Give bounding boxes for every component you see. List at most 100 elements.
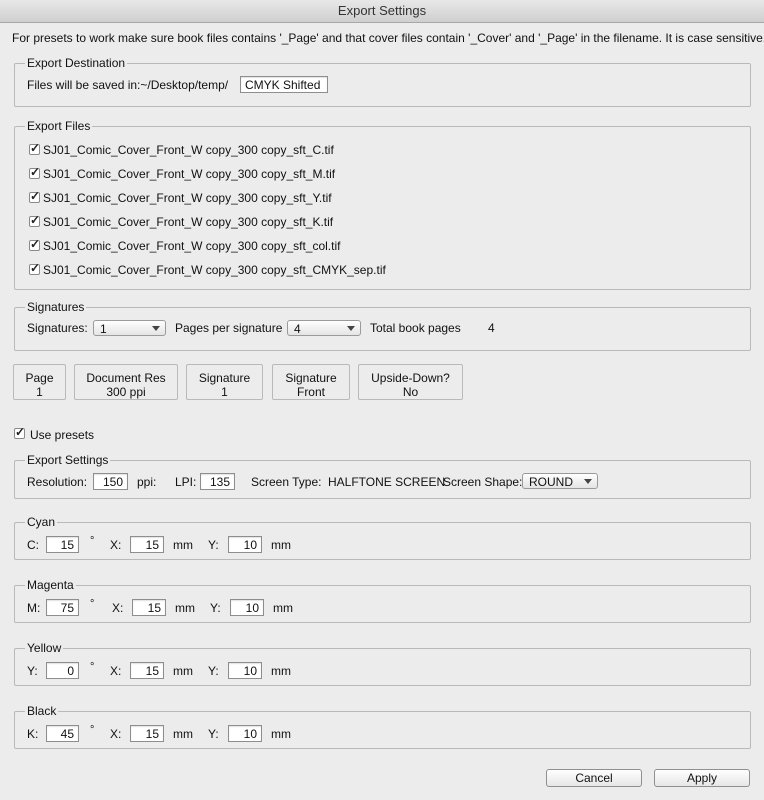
info-box-title: Upside-Down?	[371, 371, 450, 385]
y-unit-label: mm	[271, 538, 291, 552]
signatures-select[interactable]: 1	[93, 320, 166, 336]
info-box-title: Document Res	[86, 371, 166, 385]
save-location-label: Files will be saved in:~/Desktop/temp/	[27, 78, 229, 92]
degree-label: °	[90, 724, 95, 736]
resolution-field[interactable]: 150	[93, 473, 128, 490]
y-offset-label: Y:	[208, 538, 219, 552]
yellow-group-title: Yellow	[25, 641, 64, 655]
cyan-y-field[interactable]: 10	[228, 536, 262, 553]
yellow-angle-field[interactable]: 0	[46, 662, 79, 679]
file-checkbox[interactable]	[29, 141, 40, 155]
file-checkbox[interactable]	[29, 261, 40, 275]
yellow-y-field[interactable]: 10	[228, 662, 262, 679]
x-unit-label: mm	[173, 664, 193, 678]
window-title: Export Settings	[0, 0, 764, 23]
magenta-group: Magenta	[14, 578, 751, 623]
file-checkbox[interactable]	[29, 165, 40, 179]
screen-type-label: Screen Type:	[251, 475, 322, 489]
screen-type-value: HALFTONE SCREEN	[328, 475, 446, 489]
y-offset-label: Y:	[208, 664, 219, 678]
y-unit-label: mm	[273, 601, 293, 615]
black-x-field[interactable]: 15	[130, 725, 164, 742]
black-angle-field[interactable]: 45	[46, 725, 79, 742]
magenta-y-field[interactable]: 10	[230, 599, 264, 616]
magenta-group-title: Magenta	[25, 578, 76, 592]
angle-label: K:	[27, 727, 39, 741]
info-box-value: 1	[221, 385, 228, 399]
degree-label: °	[90, 598, 95, 610]
resolution-label: Resolution:	[27, 475, 88, 489]
pages-per-signature-label: Pages per signature	[175, 321, 283, 335]
instructions-text: For presets to work make sure book files…	[12, 31, 764, 45]
x-offset-label: X:	[110, 664, 122, 678]
use-presets-checkbox[interactable]	[14, 425, 25, 439]
info-box-title: Page	[25, 371, 54, 385]
black-group: Black	[14, 704, 751, 749]
angle-label: M:	[27, 601, 41, 615]
black-group-title: Black	[25, 704, 59, 718]
info-box-title: Signature	[198, 371, 251, 385]
x-unit-label: mm	[173, 538, 193, 552]
info-box-value: 300 ppi	[106, 385, 146, 399]
export-settings-title: Export Settings	[25, 453, 111, 467]
signatures-label: Signatures:	[27, 321, 88, 335]
info-box-document-res: Document Res 300 ppi	[74, 364, 178, 400]
file-name-label[interactable]: SJ01_Comic_Cover_Front_W copy_300 copy_s…	[43, 167, 335, 181]
export-files-title: Export Files	[25, 119, 93, 133]
screen-shape-select[interactable]: ROUND	[522, 473, 598, 489]
pages-per-signature-value: 4	[294, 322, 301, 336]
ppi-label: ppi:	[137, 475, 157, 489]
chevron-down-icon	[584, 479, 592, 484]
chevron-down-icon	[152, 326, 160, 331]
export-destination-title: Export Destination	[25, 56, 128, 70]
cancel-button[interactable]: Cancel	[546, 769, 642, 787]
x-unit-label: mm	[175, 601, 195, 615]
info-box-signature-side: Signature Front	[272, 364, 350, 400]
info-box-page: Page 1	[13, 364, 66, 400]
lpi-label: LPI:	[175, 475, 197, 489]
apply-button[interactable]: Apply	[654, 769, 750, 787]
yellow-group: Yellow	[14, 641, 751, 686]
info-box-value: Front	[296, 385, 325, 399]
degree-label: °	[90, 661, 95, 673]
info-box-signature: Signature 1	[186, 364, 263, 400]
info-box-title: Signature	[285, 371, 337, 385]
file-name-label[interactable]: SJ01_Comic_Cover_Front_W copy_300 copy_s…	[43, 263, 386, 277]
screen-shape-label: Screen Shape:	[443, 475, 523, 489]
x-offset-label: X:	[110, 538, 122, 552]
y-offset-label: Y:	[210, 601, 221, 615]
x-offset-label: X:	[112, 601, 124, 615]
pages-per-signature-select[interactable]: 4	[287, 320, 361, 336]
file-checkbox[interactable]	[29, 237, 40, 251]
total-book-pages-value: 4	[488, 321, 495, 335]
file-checkbox[interactable]	[29, 213, 40, 227]
lpi-field[interactable]: 135	[200, 473, 235, 490]
y-offset-label: Y:	[208, 727, 219, 741]
x-unit-label: mm	[173, 727, 193, 741]
cyan-x-field[interactable]: 15	[130, 536, 164, 553]
file-name-label[interactable]: SJ01_Comic_Cover_Front_W copy_300 copy_s…	[43, 191, 332, 205]
file-name-label[interactable]: SJ01_Comic_Cover_Front_W copy_300 copy_s…	[43, 215, 333, 229]
signatures-title: Signatures	[25, 300, 87, 314]
degree-label: °	[90, 535, 95, 547]
angle-label: C:	[27, 538, 39, 552]
file-name-label[interactable]: SJ01_Comic_Cover_Front_W copy_300 copy_s…	[43, 143, 334, 157]
folder-name-field[interactable]: CMYK Shifted	[240, 76, 328, 93]
file-name-label[interactable]: SJ01_Comic_Cover_Front_W copy_300 copy_s…	[43, 239, 340, 253]
screen-shape-select-value: ROUND	[529, 475, 573, 489]
info-box-value: 1	[36, 385, 43, 399]
yellow-x-field[interactable]: 15	[130, 662, 164, 679]
cyan-group: Cyan	[14, 515, 751, 560]
signatures-select-value: 1	[100, 322, 107, 336]
use-presets-label[interactable]: Use presets	[30, 428, 94, 442]
magenta-angle-field[interactable]: 75	[46, 599, 79, 616]
magenta-x-field[interactable]: 15	[132, 599, 166, 616]
chevron-down-icon	[347, 326, 355, 331]
cyan-angle-field[interactable]: 15	[46, 536, 79, 553]
y-unit-label: mm	[271, 664, 291, 678]
black-y-field[interactable]: 10	[228, 725, 262, 742]
x-offset-label: X:	[110, 727, 122, 741]
angle-label: Y:	[27, 664, 38, 678]
total-book-pages-label: Total book pages	[370, 321, 461, 335]
file-checkbox[interactable]	[29, 189, 40, 203]
